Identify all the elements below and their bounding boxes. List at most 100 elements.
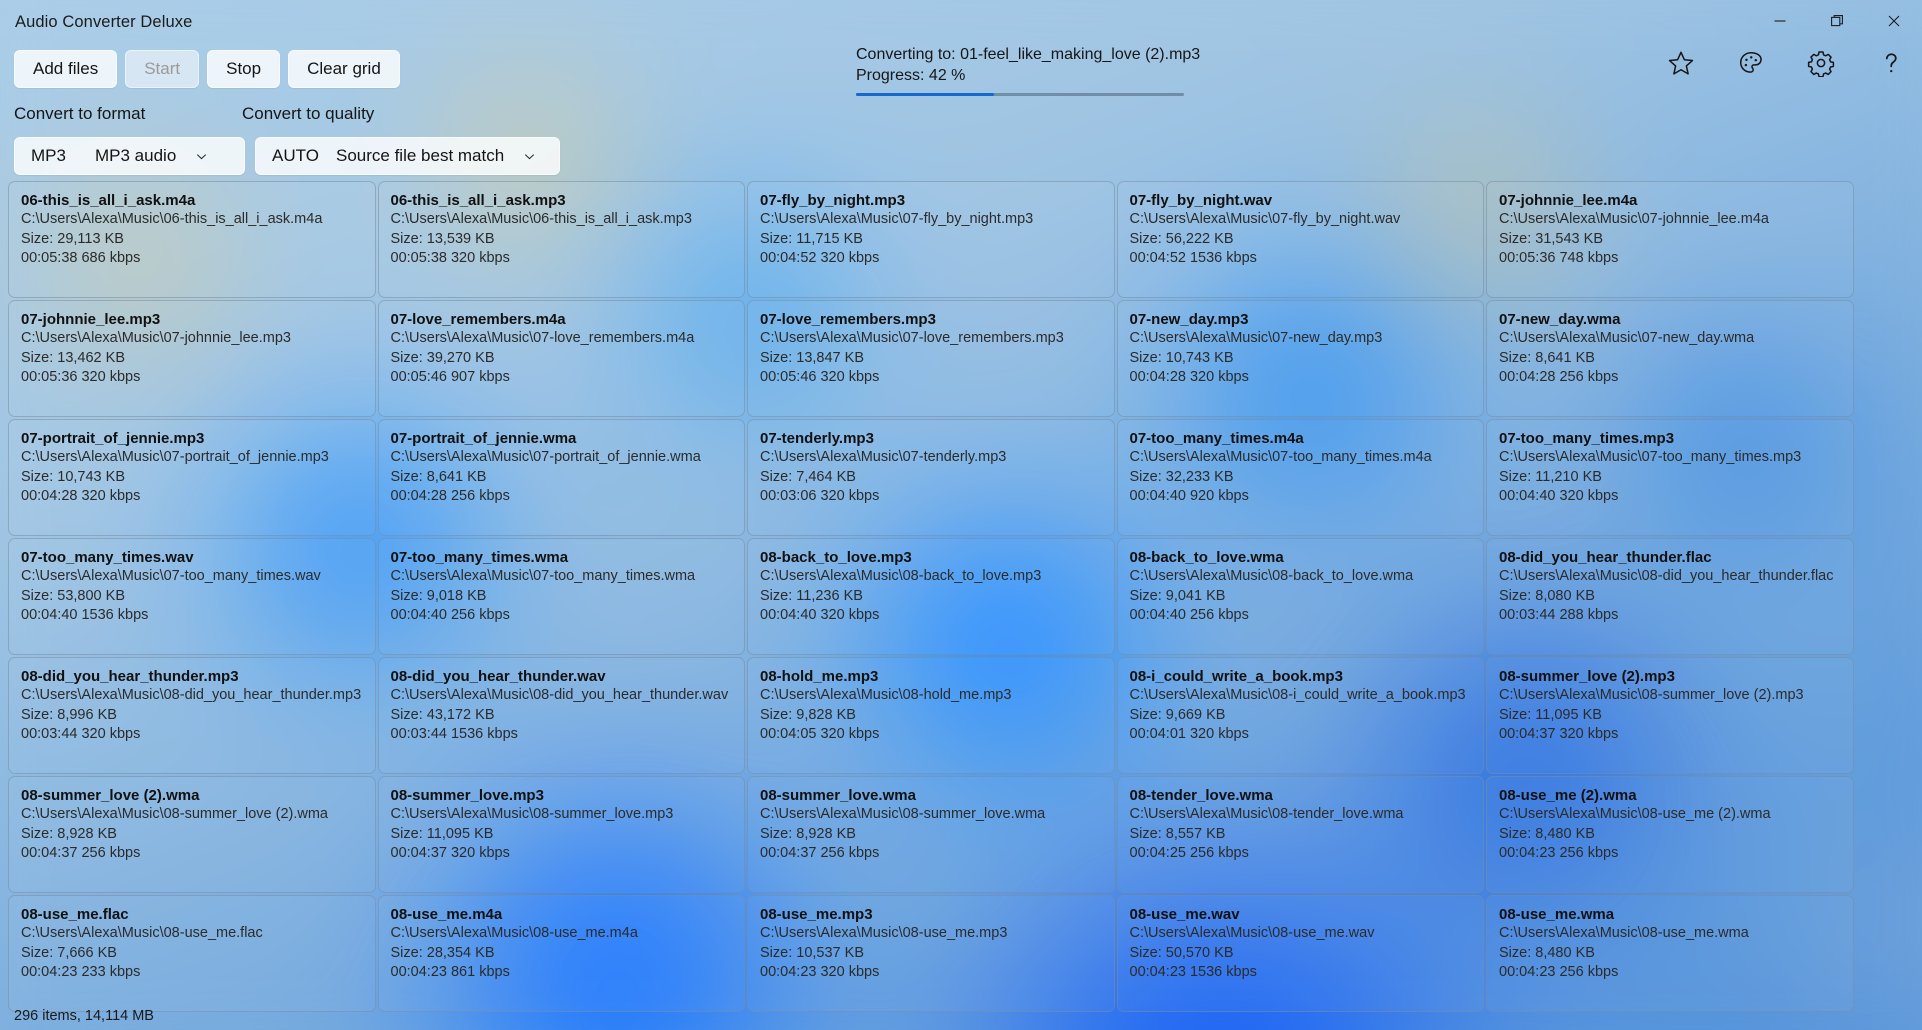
file-card[interactable]: 08-did_you_hear_thunder.flac C:\Users\Ale… [1486, 538, 1854, 655]
file-card-size: Size: 8,641 KB [390, 468, 487, 485]
start-button[interactable]: Start [125, 50, 200, 88]
file-card-path: C:\Users\Alexa\Music\08-summer_love (2).… [21, 806, 328, 822]
file-card[interactable]: 08-tender_love.wma C:\Users\Alexa\Music\0… [1116, 776, 1484, 893]
file-card[interactable]: 08-use_me.flac C:\Users\Alexa\Music\08-us… [8, 895, 376, 1012]
file-card[interactable]: 08-did_you_hear_thunder.mp3 C:\Users\Alex… [8, 657, 376, 774]
file-grid[interactable]: 06-this_is_all_i_ask.m4a C:\Users\Alexa\M… [8, 181, 1914, 1014]
file-card[interactable]: 08-hold_me.mp3 C:\Users\Alexa\Music\08-ho… [747, 657, 1115, 774]
file-card[interactable]: 08-summer_love.wma C:\Users\Alexa\Music\0… [747, 776, 1115, 893]
file-card-size: Size: 28,354 KB [390, 944, 495, 961]
window-controls [1751, 0, 1922, 42]
maximize-button[interactable] [1808, 0, 1865, 42]
file-card-duration-bitrate: 00:03:44 288 kbps [1499, 607, 1619, 623]
close-button[interactable] [1865, 0, 1922, 42]
file-card-path: C:\Users\Alexa\Music\06-this_is_all_i_as… [390, 211, 692, 227]
file-card-path: C:\Users\Alexa\Music\08-back_to_love.wma [1129, 568, 1414, 584]
file-card-path: C:\Users\Alexa\Music\07-love_remembers.m… [760, 330, 1064, 346]
file-card-size: Size: 29,113 KB [21, 230, 124, 247]
file-card-duration-bitrate: 00:04:52 1536 kbps [1129, 250, 1257, 266]
file-card-duration-bitrate: 00:04:28 320 kbps [1129, 369, 1249, 385]
file-card[interactable]: 08-did_you_hear_thunder.wav C:\Users\Alex… [377, 657, 745, 774]
file-card-duration-bitrate: 00:04:37 320 kbps [390, 845, 510, 861]
file-card[interactable]: 07-tenderly.mp3 C:\Users\Alexa\Music\07-t… [747, 419, 1115, 536]
file-card[interactable]: 06-this_is_all_i_ask.mp3 C:\Users\Alexa\M… [377, 181, 745, 298]
file-card[interactable]: 08-use_me.m4a C:\Users\Alexa\Music\08-use… [377, 895, 745, 1012]
file-card-path: C:\Users\Alexa\Music\07-portrait_of_jenn… [21, 449, 329, 465]
file-card-name: 07-tenderly.mp3 [760, 430, 874, 447]
file-card-duration-bitrate: 00:04:40 256 kbps [390, 607, 510, 623]
file-card-path: C:\Users\Alexa\Music\07-tenderly.mp3 [760, 449, 1007, 465]
quality-select-description: Source file best match [336, 146, 505, 165]
file-card[interactable]: 08-summer_love (2).mp3 C:\Users\Alexa\Mus… [1486, 657, 1854, 774]
file-card-path: C:\Users\Alexa\Music\07-too_many_times.m… [1499, 449, 1802, 465]
file-card-duration-bitrate: 00:03:44 320 kbps [21, 726, 141, 742]
file-card[interactable]: 08-use_me.mp3 C:\Users\Alexa\Music\08-use… [747, 895, 1115, 1012]
file-card-size: Size: 8,928 KB [760, 825, 856, 842]
file-card[interactable]: 07-new_day.mp3 C:\Users\Alexa\Music\07-ne… [1116, 300, 1484, 417]
theme-palette-icon[interactable] [1736, 48, 1766, 78]
file-card[interactable]: 07-fly_by_night.wav C:\Users\Alexa\Music\… [1116, 181, 1484, 298]
file-card-name: 06-this_is_all_i_ask.mp3 [390, 192, 566, 209]
file-card[interactable]: 07-love_remembers.mp3 C:\Users\Alexa\Musi… [747, 300, 1115, 417]
format-select-description: MP3 audio [95, 146, 177, 165]
file-card-name: 07-love_remembers.mp3 [760, 311, 936, 328]
file-card-path: C:\Users\Alexa\Music\08-use_me.wma [1499, 925, 1749, 941]
chevron-down-icon [522, 149, 537, 164]
file-card[interactable]: 08-summer_love.mp3 C:\Users\Alexa\Music\0… [377, 776, 745, 893]
settings-gear-icon[interactable] [1806, 48, 1836, 78]
file-card[interactable]: 07-portrait_of_jennie.mp3 C:\Users\Alexa\… [8, 419, 376, 536]
stop-button[interactable]: Stop [207, 50, 281, 88]
file-card[interactable]: 06-this_is_all_i_ask.m4a C:\Users\Alexa\M… [8, 181, 376, 298]
file-card-name: 08-did_you_hear_thunder.mp3 [21, 668, 239, 685]
file-card-size: Size: 8,480 KB [1499, 944, 1595, 961]
file-card[interactable]: 07-too_many_times.m4a C:\Users\Alexa\Musi… [1116, 419, 1484, 536]
file-card-duration-bitrate: 00:04:28 320 kbps [21, 488, 141, 504]
file-card[interactable]: 08-use_me.wma C:\Users\Alexa\Music\08-use… [1486, 895, 1854, 1012]
format-select[interactable]: MP3 MP3 audio [14, 137, 245, 175]
minimize-button[interactable] [1751, 0, 1808, 42]
favorite-star-icon[interactable] [1666, 48, 1696, 78]
file-card-size: Size: 8,480 KB [1499, 825, 1595, 842]
file-card-name: 08-summer_love (2).mp3 [1499, 668, 1675, 685]
file-card[interactable]: 08-back_to_love.wma C:\Users\Alexa\Music\… [1116, 538, 1484, 655]
file-card[interactable]: 07-new_day.wma C:\Users\Alexa\Music\07-ne… [1486, 300, 1854, 417]
quality-select[interactable]: AUTO Source file best match [255, 137, 560, 175]
file-card-size: Size: 9,669 KB [1129, 706, 1226, 723]
file-card[interactable]: 08-summer_love (2).wma C:\Users\Alexa\Mus… [8, 776, 376, 893]
file-card-name: 07-fly_by_night.wav [1129, 192, 1273, 209]
file-card[interactable]: 07-too_many_times.wav C:\Users\Alexa\Musi… [8, 538, 376, 655]
file-card-duration-bitrate: 00:04:01 320 kbps [1129, 726, 1249, 742]
file-card[interactable]: 08-use_me.wav C:\Users\Alexa\Music\08-use… [1116, 895, 1484, 1012]
file-card-size: Size: 7,666 KB [21, 944, 117, 961]
file-card-duration-bitrate: 00:05:46 907 kbps [390, 369, 510, 385]
file-card[interactable]: 07-too_many_times.mp3 C:\Users\Alexa\Musi… [1486, 419, 1854, 536]
file-card-name: 08-use_me.wma [1499, 906, 1615, 923]
file-card-size: Size: 10,537 KB [760, 944, 864, 961]
add-files-button[interactable]: Add files [14, 50, 118, 88]
file-card-duration-bitrate: 00:04:23 320 kbps [760, 964, 880, 980]
file-card-path: C:\Users\Alexa\Music\08-i_could_write_a_… [1129, 687, 1466, 703]
file-card-duration-bitrate: 00:04:23 861 kbps [390, 964, 510, 980]
file-card[interactable]: 08-back_to_love.mp3 C:\Users\Alexa\Music\… [747, 538, 1115, 655]
file-card[interactable]: 08-use_me (2).wma C:\Users\Alexa\Music\08… [1486, 776, 1854, 893]
file-card[interactable]: 07-johnnie_lee.m4a C:\Users\Alexa\Music\0… [1486, 181, 1854, 298]
help-question-icon[interactable] [1876, 48, 1906, 78]
file-card-path: C:\Users\Alexa\Music\07-fly_by_night.wav [1129, 211, 1401, 227]
file-card[interactable]: 07-johnnie_lee.mp3 C:\Users\Alexa\Music\0… [8, 300, 376, 417]
format-select-code: MP3 [31, 146, 66, 165]
file-card-duration-bitrate: 00:04:52 320 kbps [760, 250, 880, 266]
clear-grid-button[interactable]: Clear grid [288, 50, 400, 88]
file-card[interactable]: 07-portrait_of_jennie.wma C:\Users\Alexa\… [377, 419, 745, 536]
file-card[interactable]: 07-love_remembers.m4a C:\Users\Alexa\Musi… [377, 300, 745, 417]
file-card[interactable]: 08-i_could_write_a_book.mp3 C:\Users\Alex… [1116, 657, 1484, 774]
converting-to-label: Converting to: [856, 46, 956, 63]
file-card[interactable]: 07-too_many_times.wma C:\Users\Alexa\Musi… [377, 538, 745, 655]
file-card-name: 08-did_you_hear_thunder.wav [390, 668, 606, 685]
file-card[interactable]: 07-fly_by_night.mp3 C:\Users\Alexa\Music\… [747, 181, 1115, 298]
file-card-name: 08-did_you_hear_thunder.flac [1499, 549, 1712, 566]
file-card-duration-bitrate: 00:04:23 256 kbps [1499, 845, 1619, 861]
quality-select-code: AUTO [272, 146, 319, 165]
file-card-path: C:\Users\Alexa\Music\08-use_me (2).wma [1499, 806, 1771, 822]
file-card-name: 07-love_remembers.m4a [390, 311, 566, 328]
file-card-path: C:\Users\Alexa\Music\07-fly_by_night.mp3 [760, 211, 1034, 227]
